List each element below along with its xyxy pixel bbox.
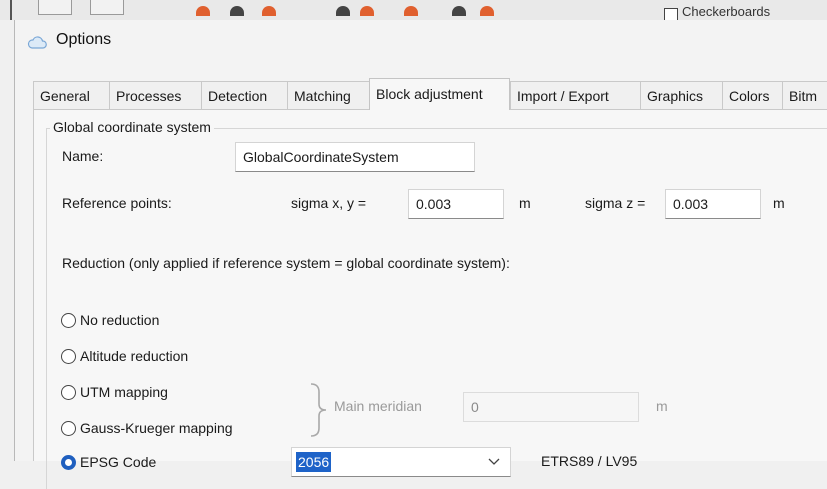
sigma-z-input[interactable]: 0.003: [665, 189, 761, 219]
tab-colors[interactable]: Colors: [722, 81, 782, 109]
utm-mapping-radio[interactable]: [61, 385, 76, 400]
options-dialog: Options General Processes Detection Matc…: [14, 20, 827, 489]
tab-label: Import / Export: [517, 88, 609, 104]
title-bar: Options: [15, 20, 827, 70]
main-meridian-input[interactable]: 0: [463, 392, 639, 422]
checkerboards-checkbox[interactable]: [664, 8, 678, 20]
background-icon: [404, 6, 418, 16]
reference-points-label: Reference points:: [62, 195, 172, 211]
tab-block-adjustment[interactable]: Block adjustment: [369, 78, 510, 110]
background-icon: [360, 6, 374, 16]
background-divider: [10, 0, 12, 20]
background-icon: [480, 6, 494, 16]
group-title: Global coordinate system: [50, 119, 214, 135]
tab-bar: General Processes Detection Matching Blo…: [33, 78, 827, 110]
tab-content-block-adjustment: Global coordinate system Name: GlobalCoo…: [33, 110, 827, 489]
background-icon: [336, 6, 350, 16]
epsg-code-dropdown[interactable]: 2056: [291, 447, 511, 477]
background-button: [90, 0, 124, 15]
main-meridian-value: 0: [471, 399, 479, 415]
tab-label: Colors: [729, 88, 770, 104]
background-icon: [196, 6, 210, 16]
tab-label: General: [40, 88, 90, 104]
tab-label: Block adjustment: [376, 86, 483, 102]
sigma-z-label: sigma z =: [585, 195, 646, 211]
epsg-code-value: 2056: [296, 452, 332, 472]
background-icon: [262, 6, 276, 16]
brace-icon: [310, 383, 327, 437]
reduction-label: Reduction (only applied if reference sys…: [62, 255, 510, 271]
tab-bitmaps[interactable]: Bitm: [782, 81, 827, 109]
gauss-krueger-radio[interactable]: [61, 421, 76, 436]
cloud-icon: [27, 36, 47, 49]
chevron-down-icon: [488, 458, 500, 465]
background-button: [38, 0, 72, 15]
epsg-description: ETRS89 / LV95: [541, 453, 638, 469]
sigma-xy-unit: m: [519, 195, 531, 211]
tab-label: Matching: [294, 88, 351, 104]
name-value: GlobalCoordinateSystem: [243, 149, 399, 165]
altitude-reduction-radio[interactable]: [61, 349, 76, 364]
sigma-xy-label: sigma x, y =: [291, 195, 367, 211]
sigma-z-unit: m: [773, 195, 785, 211]
tab-label: Processes: [116, 88, 182, 104]
no-reduction-radio[interactable]: [61, 313, 76, 328]
tab-import-export[interactable]: Import / Export: [510, 81, 640, 109]
main-meridian-label: Main meridian: [334, 398, 422, 414]
tab-label: Bitm: [789, 88, 817, 104]
tab-detection[interactable]: Detection: [201, 81, 287, 109]
epsg-code-label[interactable]: EPSG Code: [80, 454, 156, 470]
window-title: Options: [56, 31, 112, 48]
tab-graphics[interactable]: Graphics: [640, 81, 722, 109]
altitude-reduction-label[interactable]: Altitude reduction: [80, 348, 188, 364]
tab-processes[interactable]: Processes: [109, 81, 201, 109]
epsg-code-radio[interactable]: [61, 455, 76, 470]
tab-matching[interactable]: Matching: [287, 81, 369, 109]
main-meridian-unit: m: [656, 398, 668, 414]
background-icon: [452, 6, 466, 16]
sigma-z-value: 0.003: [673, 196, 709, 212]
name-input[interactable]: GlobalCoordinateSystem: [235, 142, 475, 172]
tab-general[interactable]: General: [33, 81, 109, 109]
no-reduction-label[interactable]: No reduction: [80, 312, 159, 328]
background-icon: [230, 6, 244, 16]
name-label: Name:: [62, 148, 104, 164]
checkerboards-label: Checkerboards: [682, 4, 771, 19]
tab-label: Graphics: [647, 88, 704, 104]
sigma-xy-input[interactable]: 0.003: [408, 189, 504, 219]
sigma-xy-value: 0.003: [416, 196, 452, 212]
gauss-krueger-label[interactable]: Gauss-Krueger mapping: [80, 420, 233, 436]
tab-label: Detection: [208, 88, 268, 104]
utm-mapping-label[interactable]: UTM mapping: [80, 384, 168, 400]
background-toolbar: Checkerboards: [0, 0, 827, 20]
